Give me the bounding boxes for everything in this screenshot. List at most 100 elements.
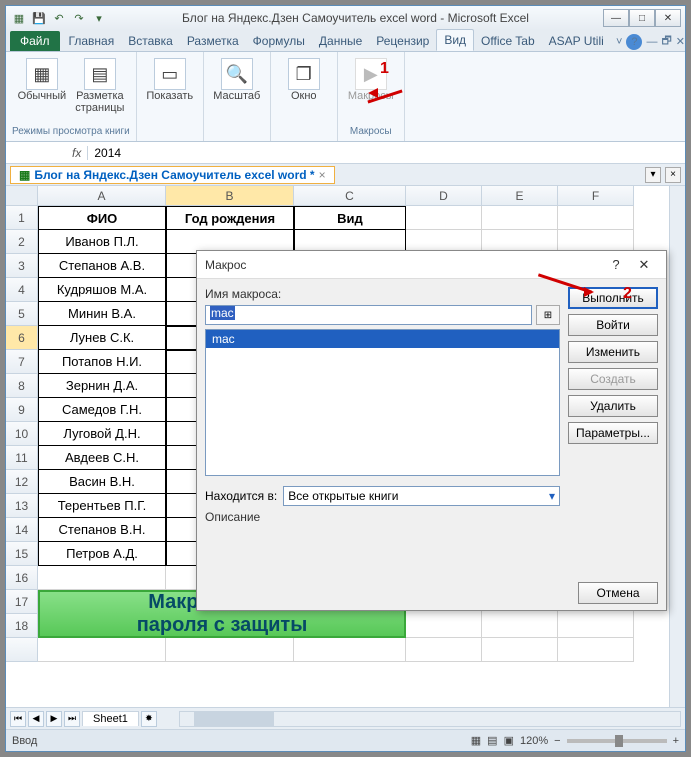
zoom-slider[interactable]: [567, 739, 667, 743]
cell-name[interactable]: Зернин Д.А.: [38, 374, 166, 398]
options-button[interactable]: Параметры...: [568, 422, 658, 444]
cell[interactable]: [166, 638, 294, 662]
cell-name[interactable]: Кудряшов М.А.: [38, 278, 166, 302]
cell[interactable]: [558, 638, 634, 662]
fx-icon[interactable]: fx: [66, 146, 88, 160]
tab-view[interactable]: Вид: [436, 29, 474, 51]
row-header[interactable]: [6, 638, 38, 662]
btn-window[interactable]: ❐Окно: [277, 54, 331, 102]
btn-page-layout[interactable]: ▤Разметка страницы: [73, 54, 127, 114]
cell-name[interactable]: Самедов Г.Н.: [38, 398, 166, 422]
row-header[interactable]: 5: [6, 302, 38, 326]
view-normal-icon[interactable]: ▦: [471, 734, 481, 747]
cell[interactable]: [406, 206, 482, 230]
row-header[interactable]: 4: [6, 278, 38, 302]
row-header[interactable]: 8: [6, 374, 38, 398]
doc-minimize-icon[interactable]: —: [646, 36, 657, 48]
cell[interactable]: [294, 638, 406, 662]
cell-name[interactable]: Потапов Н.И.: [38, 350, 166, 374]
btn-macros[interactable]: ▶Макросы: [344, 54, 398, 102]
vertical-scrollbar[interactable]: [669, 186, 685, 707]
cell[interactable]: [482, 638, 558, 662]
cancel-button[interactable]: Отмена: [578, 582, 658, 604]
col-header-a[interactable]: A: [38, 186, 166, 206]
new-sheet-icon[interactable]: ✸: [141, 711, 157, 727]
help-icon[interactable]: ?: [626, 34, 642, 50]
col-header-c[interactable]: C: [294, 186, 406, 206]
btn-show[interactable]: ▭Показать: [143, 54, 197, 102]
cell-name[interactable]: Петров А.Д.: [38, 542, 166, 566]
tab-formulas[interactable]: Формулы: [246, 31, 312, 51]
document-tab-close-icon[interactable]: ×: [319, 168, 326, 182]
header-year[interactable]: Год рождения: [166, 206, 294, 230]
cell-name[interactable]: Авдеев С.Н.: [38, 446, 166, 470]
view-break-icon[interactable]: ▣: [504, 734, 514, 747]
cell-name[interactable]: Лунев С.К.: [38, 326, 166, 350]
tab-data[interactable]: Данные: [312, 31, 369, 51]
cell[interactable]: [558, 206, 634, 230]
row-header[interactable]: 3: [6, 254, 38, 278]
run-button[interactable]: Выполнить: [568, 287, 658, 309]
qat-dropdown-icon[interactable]: ▾: [90, 9, 108, 27]
sheet-nav-prev-icon[interactable]: ◀: [28, 711, 44, 727]
edit-button[interactable]: Изменить: [568, 341, 658, 363]
delete-button[interactable]: Удалить: [568, 395, 658, 417]
sheet-nav-last-icon[interactable]: ⏭: [64, 711, 80, 727]
row-header[interactable]: 11: [6, 446, 38, 470]
row-header[interactable]: 16: [6, 566, 38, 590]
tab-asap[interactable]: ASAP Utili: [542, 31, 611, 51]
col-header-e[interactable]: E: [482, 186, 558, 206]
row-header[interactable]: 6: [6, 326, 38, 350]
row-header[interactable]: 1: [6, 206, 38, 230]
tab-review[interactable]: Рецензир: [369, 31, 436, 51]
cell-name[interactable]: Иванов П.Л.: [38, 230, 166, 254]
reference-icon[interactable]: ⊞: [536, 305, 560, 325]
step-button[interactable]: Войти: [568, 314, 658, 336]
row-header[interactable]: 2: [6, 230, 38, 254]
col-header-f[interactable]: F: [558, 186, 634, 206]
sheet-nav-first-icon[interactable]: ⏮: [10, 711, 26, 727]
cell-name[interactable]: Минин В.А.: [38, 302, 166, 326]
macro-list-item[interactable]: mac: [206, 330, 559, 348]
undo-icon[interactable]: ↶: [50, 9, 68, 27]
row-header[interactable]: 18: [6, 614, 38, 638]
cell-name[interactable]: Луговой Д.Н.: [38, 422, 166, 446]
save-icon[interactable]: 💾: [30, 9, 48, 27]
file-tab[interactable]: Файл: [10, 31, 60, 51]
col-header-d[interactable]: D: [406, 186, 482, 206]
row-header[interactable]: 10: [6, 422, 38, 446]
doc-close-all-icon[interactable]: ×: [665, 167, 681, 183]
cell[interactable]: [38, 638, 166, 662]
zoom-in-icon[interactable]: +: [673, 735, 679, 747]
ribbon-minimize-icon[interactable]: ˅: [616, 36, 622, 48]
row-header[interactable]: 17: [6, 590, 38, 614]
tab-insert[interactable]: Вставка: [121, 31, 180, 51]
cell-name[interactable]: Васин В.Н.: [38, 470, 166, 494]
zoom-out-icon[interactable]: −: [554, 735, 560, 747]
row-header[interactable]: 7: [6, 350, 38, 374]
doc-restore-icon[interactable]: 🗗: [661, 32, 671, 51]
cell-name[interactable]: Степанов А.В.: [38, 254, 166, 278]
close-button[interactable]: ✕: [655, 9, 681, 27]
zoom-level[interactable]: 120%: [520, 735, 548, 747]
header-type[interactable]: Вид: [294, 206, 406, 230]
minimize-button[interactable]: —: [603, 9, 629, 27]
col-header-b[interactable]: B: [166, 186, 294, 206]
cell[interactable]: [406, 638, 482, 662]
maximize-button[interactable]: □: [629, 9, 655, 27]
dialog-close-icon[interactable]: ✕: [630, 255, 658, 275]
row-header[interactable]: 12: [6, 470, 38, 494]
formula-input[interactable]: 2014: [88, 146, 685, 160]
macro-name-input[interactable]: mac: [205, 305, 532, 325]
horizontal-scrollbar[interactable]: [179, 711, 681, 727]
row-header[interactable]: 13: [6, 494, 38, 518]
tab-layout[interactable]: Разметка: [180, 31, 246, 51]
location-select[interactable]: Все открытые книги ▾: [283, 486, 560, 506]
view-layout-icon[interactable]: ▤: [487, 734, 497, 747]
cell[interactable]: [482, 206, 558, 230]
document-tab[interactable]: ▦ Блог на Яндекс.Дзен Самоучитель excel …: [10, 166, 335, 184]
sheet-tab[interactable]: Sheet1: [82, 711, 139, 726]
tab-home[interactable]: Главная: [62, 31, 122, 51]
btn-normal-view[interactable]: ▦Обычный: [15, 54, 69, 102]
tab-officetab[interactable]: Office Tab: [474, 31, 542, 51]
